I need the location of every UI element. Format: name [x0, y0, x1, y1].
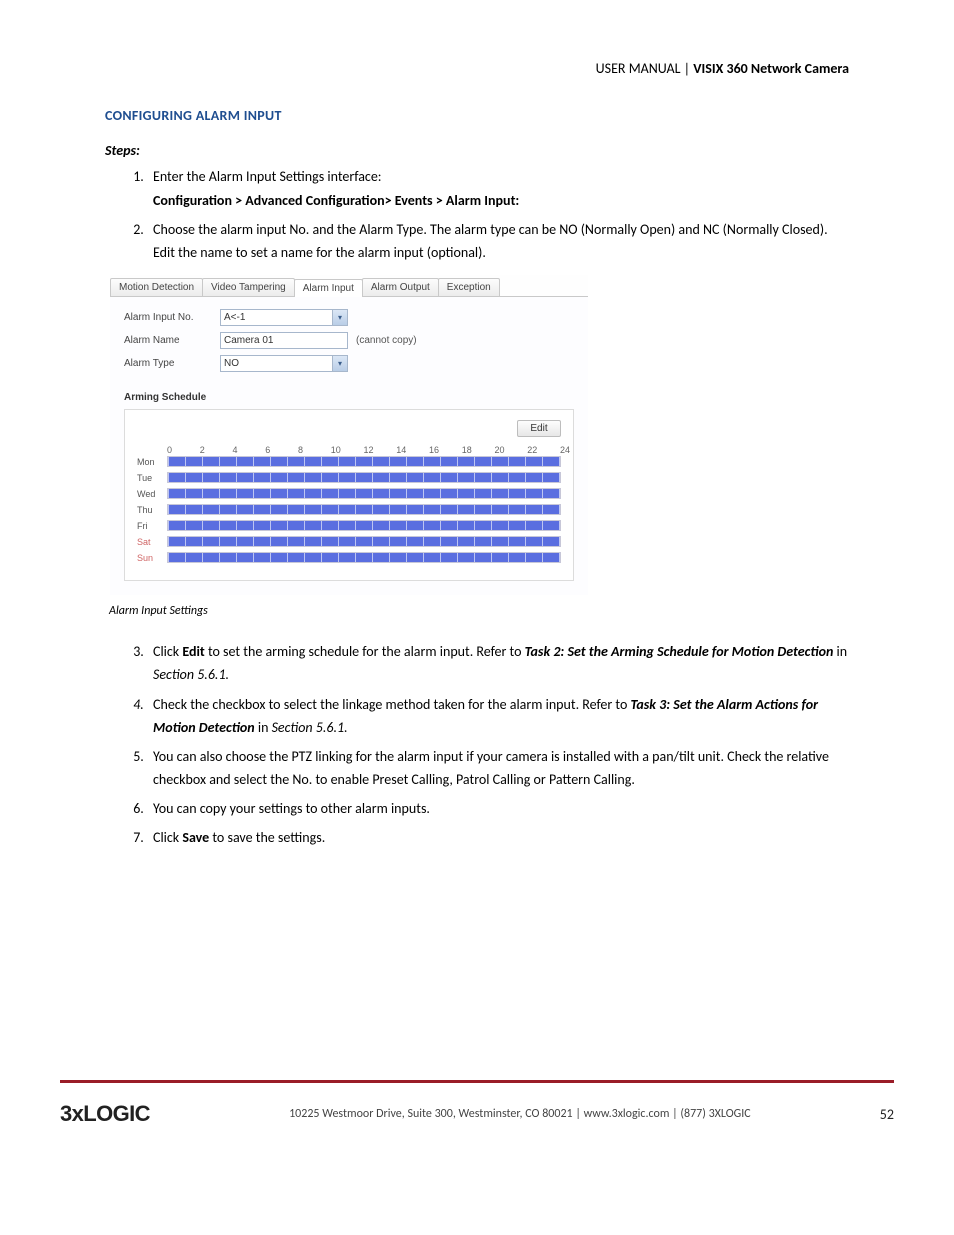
page-footer: 3xLOGIC 10225 Westmoor Drive, Suite 300,… [60, 1083, 894, 1157]
steps-list-cont: Click Edit to set the arming schedule fo… [105, 640, 849, 849]
schedule-bar[interactable] [167, 552, 561, 563]
chevron-down-icon: ▾ [332, 310, 347, 325]
step-5: You can also choose the PTZ linking for … [147, 745, 849, 791]
steps-list: Enter the Alarm Input Settings interface… [105, 165, 849, 264]
step-3: Click Edit to set the arming schedule fo… [147, 640, 849, 686]
header-prefix: USER MANUAL | [596, 60, 694, 77]
step-4: Check the checkbox to select the linkage… [147, 693, 849, 739]
page-header: USER MANUAL | VISIX 360 Network Camera [105, 60, 849, 77]
timeline-hours: 0 2 4 6 8 10 12 14 16 18 20 22 24 [167, 445, 561, 455]
day-label: Sun [137, 553, 167, 563]
schedule-row: Wed [137, 488, 561, 499]
tab-exception[interactable]: Exception [438, 278, 500, 296]
schedule-bar[interactable] [167, 456, 561, 467]
alarm-name-label: Alarm Name [124, 335, 220, 346]
day-label: Mon [137, 457, 167, 467]
step-2: Choose the alarm input No. and the Alarm… [147, 218, 849, 264]
page-number: 52 [880, 1106, 894, 1123]
schedule-row: Sat [137, 536, 561, 547]
steps-heading: Steps: [105, 142, 849, 159]
step-1: Enter the Alarm Input Settings interface… [147, 165, 849, 212]
tab-bar: Motion Detection Video Tampering Alarm I… [110, 275, 588, 297]
day-label: Tue [137, 473, 167, 483]
schedule-bar[interactable] [167, 504, 561, 515]
tab-alarm-output[interactable]: Alarm Output [362, 278, 439, 296]
alarm-input-ui: Motion Detection Video Tampering Alarm I… [109, 274, 589, 596]
nav-path: Configuration > Advanced Configuration> … [153, 189, 849, 212]
alarm-type-label: Alarm Type [124, 358, 220, 369]
day-label: Thu [137, 505, 167, 515]
alarm-input-no-select[interactable]: A<-1 ▾ [220, 309, 348, 326]
arming-schedule-box: Edit 0 2 4 6 8 10 12 14 16 18 20 22 24 [124, 409, 574, 581]
figure-caption: Alarm Input Settings [109, 604, 849, 618]
schedule-row: Fri [137, 520, 561, 531]
schedule-bar[interactable] [167, 472, 561, 483]
schedule-bar[interactable] [167, 536, 561, 547]
footer-address: 10225 Westmoor Drive, Suite 300, Westmin… [178, 1107, 862, 1121]
schedule-row: Thu [137, 504, 561, 515]
schedule-bar[interactable] [167, 520, 561, 531]
tab-video-tampering[interactable]: Video Tampering [202, 278, 295, 296]
day-label: Fri [137, 521, 167, 531]
step-6: You can copy your settings to other alar… [147, 797, 849, 820]
alarm-name-input[interactable]: Camera 01 [220, 332, 348, 349]
schedule-row: Sun [137, 552, 561, 563]
logo: 3xLOGIC [60, 1101, 150, 1127]
header-product: VISIX 360 Network Camera [693, 60, 849, 77]
alarm-name-hint: (cannot copy) [356, 335, 417, 346]
schedule-row: Tue [137, 472, 561, 483]
arming-schedule-title: Arming Schedule [124, 388, 574, 409]
day-label: Wed [137, 489, 167, 499]
tab-motion-detection[interactable]: Motion Detection [110, 278, 203, 296]
edit-button[interactable]: Edit [517, 420, 561, 437]
chevron-down-icon: ▾ [332, 356, 347, 371]
schedule-row: Mon [137, 456, 561, 467]
schedule-bar[interactable] [167, 488, 561, 499]
section-title: CONFIGURING ALARM INPUT [105, 107, 849, 124]
alarm-input-no-label: Alarm Input No. [124, 312, 220, 323]
alarm-type-select[interactable]: NO ▾ [220, 355, 348, 372]
day-label: Sat [137, 537, 167, 547]
tab-alarm-input[interactable]: Alarm Input [294, 279, 363, 297]
step-7: Click Save to save the settings. [147, 826, 849, 849]
